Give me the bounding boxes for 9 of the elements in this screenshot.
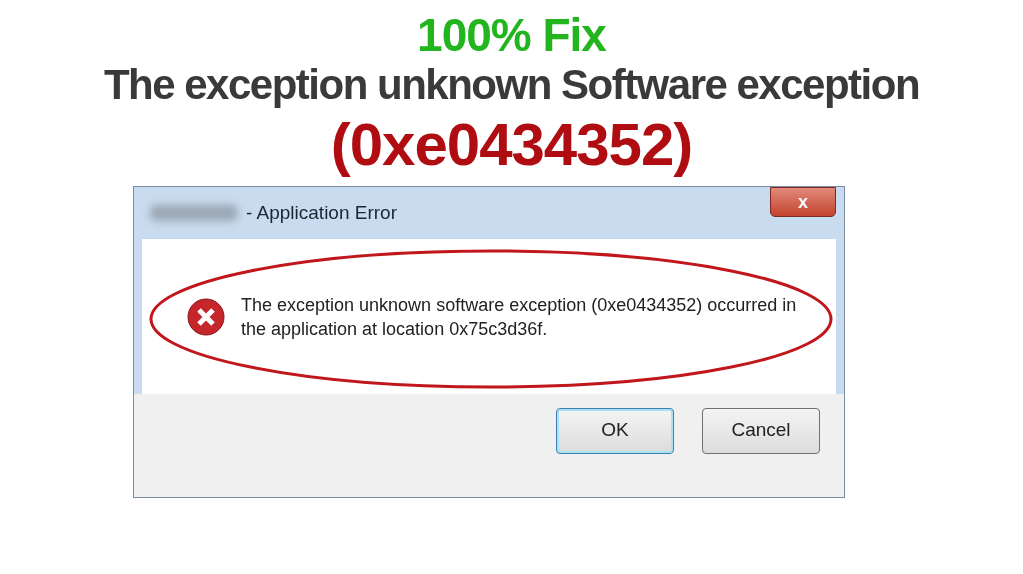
close-button[interactable]: x	[770, 187, 836, 217]
dialog-button[interactable]: OK	[556, 407, 674, 454]
dialog-button[interactable]: Cancel	[702, 407, 820, 454]
headline-code: (0xe0434352)	[330, 110, 693, 180]
window-title: - Application Error	[246, 200, 397, 225]
headline-tagline: 100% Fix	[417, 10, 606, 60]
headline-title: The exception unknown Software exception	[103, 60, 920, 110]
error-message: The exception unknown software exception (0xe0434352) occurred in the application at location 0x75c3d36f.	[241, 293, 798, 341]
error-icon	[187, 297, 225, 336]
